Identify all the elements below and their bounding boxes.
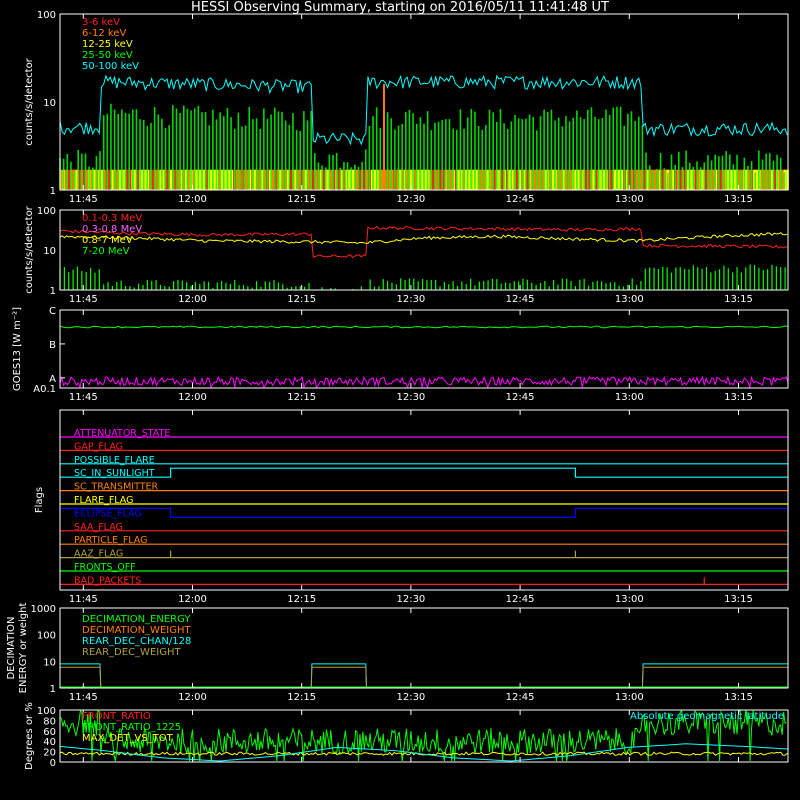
panel2-xtick-label: 12:45 xyxy=(506,294,535,305)
panel5-xtick-label: 11:45 xyxy=(69,692,98,703)
panel2-ytick-label: 1 xyxy=(50,286,56,297)
panel5-legend-item: REAR_DEC_WEIGHT xyxy=(82,647,181,658)
panel3-ytick-label: B xyxy=(49,340,56,351)
panel4-xtick-label: 13:00 xyxy=(615,594,644,605)
panel2-legend-item: 0.3-0.8 MeV xyxy=(82,224,142,235)
panel5-ytick-label: 1000 xyxy=(31,604,56,615)
panel1-ylabel: counts/s/detector xyxy=(24,57,35,145)
panel3-xtick-label: 12:15 xyxy=(287,392,316,403)
panel5-xtick-label: 12:30 xyxy=(396,692,425,703)
panel1-xtick-label: 12:30 xyxy=(396,194,425,205)
geomagnetic-latitude-label: Absolute geomagnetic latitude xyxy=(630,711,784,722)
flag-label: ECLIPSE_FLAG xyxy=(74,508,142,519)
panel3-xtick-label: 11:45 xyxy=(69,392,98,403)
panel1-xtick-label: 12:00 xyxy=(178,194,207,205)
panel1-ytick-label: 100 xyxy=(37,10,56,21)
panel3-xtick-label: 12:45 xyxy=(506,392,535,403)
panel1-xtick-label: 12:15 xyxy=(287,194,316,205)
panel4-xtick-label: 12:30 xyxy=(396,594,425,605)
panel1-xtick-label: 13:00 xyxy=(615,194,644,205)
panel1-xtick-label: 11:45 xyxy=(69,194,98,205)
panel3-xtick-label: 12:30 xyxy=(396,392,425,403)
panel-low-energy: 11:45 12:00 12:15 12:30 12:45 13:00 13:15 1 10 10… xyxy=(24,10,789,205)
panel6-ytick-label: 60 xyxy=(43,727,56,738)
panel4-xtick-label: 12:00 xyxy=(178,594,207,605)
panel2-legend-item: 7-20 MeV xyxy=(82,246,130,257)
panel1-ytick-label: 10 xyxy=(43,98,56,109)
panel2-xtick-label: 13:15 xyxy=(724,294,753,305)
panel5-legend-item: DECIMATION_WEIGHT xyxy=(82,625,191,636)
panel4-xtick-label: 13:15 xyxy=(724,594,753,605)
panel6-ytick-label: 20 xyxy=(43,748,56,759)
panel6-ytick-label: 80 xyxy=(43,716,56,727)
rear-dec-weight-line xyxy=(60,666,788,689)
panel2-legend-item: 0.1-0.3 MeV xyxy=(82,213,142,224)
yellow-0.8-7-line xyxy=(59,232,788,245)
panel1-ytick-label: 1 xyxy=(50,186,56,197)
panel4-xtick-label: 11:45 xyxy=(69,594,98,605)
flag-line xyxy=(59,507,789,518)
panel-flags: ATTENUATOR_STATEGAP_FLAGPOSSIBLE_FLARESC… xyxy=(34,409,789,605)
panel3-xtick-label: 13:15 xyxy=(724,392,753,403)
panel1-legend-item: 3-6 keV xyxy=(82,17,120,28)
panel3-ytick-min-label: A0.1 xyxy=(33,384,56,395)
panel2-ytick-label: 10 xyxy=(43,246,56,257)
panel5-ytick-label: 10 xyxy=(43,657,56,668)
panel6-ytick-label: 100 xyxy=(37,706,56,717)
panel5-legend-item: DECIMATION_ENERGY xyxy=(82,614,191,625)
panel2-xtick-label: 12:15 xyxy=(287,294,316,305)
flag-line xyxy=(60,467,788,478)
panel1-legend-item: 50-100 keV xyxy=(82,61,139,72)
panel5-xtick-label: 13:00 xyxy=(615,692,644,703)
panel5-legend-item: REAR_DEC_CHAN/128 xyxy=(82,636,191,647)
panel5-xtick-label: 12:15 xyxy=(287,692,316,703)
panel1-legend-item: 12-25 keV xyxy=(82,39,133,50)
panel3-xtick-label: 12:00 xyxy=(178,392,207,403)
panel-high-energy: 11:45 12:00 12:15 12:30 12:45 13:00 13:15 1 10 10… xyxy=(24,205,789,305)
panel5-ytick-label: 100 xyxy=(37,631,56,642)
panel3-frame xyxy=(59,309,789,389)
panel1-legend-item: 6-12 keV xyxy=(82,28,126,39)
panel6-ylabel: Degrees or % xyxy=(24,702,35,770)
panel2-frame xyxy=(59,209,789,291)
panel6-legend-item: FRONT_RATIO_1225 xyxy=(82,722,181,733)
panel5-ytick-label: 1 xyxy=(50,684,56,695)
max-det-vs-tot-line xyxy=(59,751,788,756)
panel5-xtick-label: 12:00 xyxy=(178,692,207,703)
panel5-ylabel-2: ENERGY or weight xyxy=(18,603,29,694)
panel2-xtick-label: 13:00 xyxy=(615,294,644,305)
panel4-xtick-label: 12:15 xyxy=(287,594,316,605)
panel2-ytick-label: 100 xyxy=(37,206,56,217)
panel2-xtick-label: 12:30 xyxy=(396,294,425,305)
red-0.1-0.3-line xyxy=(59,225,788,259)
panel2-legend-item: 0.8-7 MeV xyxy=(82,235,133,246)
panel5-ylabel: DECIMATION xyxy=(6,616,17,679)
goes-long-line xyxy=(59,325,788,329)
panel6-legend-item: FRONT_RATIO xyxy=(82,711,151,722)
panel3-ytick-label: C xyxy=(49,306,56,317)
panel4-ylabel: Flags xyxy=(34,487,45,513)
panel4-xtick-label: 12:45 xyxy=(506,594,535,605)
panel6-ytick-label: 40 xyxy=(43,737,56,748)
panel3-xtick-label: 13:00 xyxy=(615,392,644,403)
panel2-xtick-label: 12:00 xyxy=(178,294,207,305)
panel1-xtick-label: 12:45 xyxy=(506,194,535,205)
panel-decimation: 11:45 12:00 12:15 12:30 12:45 13:00 13:15 1 10 10… xyxy=(6,603,789,703)
panel1-xtick-label: 13:15 xyxy=(724,194,753,205)
panel-degrees: 020406080100Degrees or % FRONT_RATIOFRONT… xyxy=(24,702,789,770)
panel1-legend-item: 25-50 keV xyxy=(82,50,133,61)
panel5-xtick-label: 13:15 xyxy=(724,692,753,703)
goes-short-line xyxy=(59,375,789,390)
panel2-xtick-label: 11:45 xyxy=(69,294,98,305)
panel6-legend-item: MAX_DET_VS_TOT xyxy=(82,733,174,744)
panel-goes: 11:45 12:00 12:15 12:30 12:45 13:00 13:15ABCA0… xyxy=(12,306,789,403)
panel6-ytick-label: 0 xyxy=(50,758,56,769)
summary-plots: 11:45 12:00 12:15 12:30 12:45 13:00 13:15ABCA0… xyxy=(6,10,789,770)
panel2-ylabel: counts/s/detector xyxy=(24,205,35,293)
panel3-ylabel: GOES13 [W m⁻²] xyxy=(12,307,23,391)
panel5-xtick-label: 12:45 xyxy=(506,692,535,703)
